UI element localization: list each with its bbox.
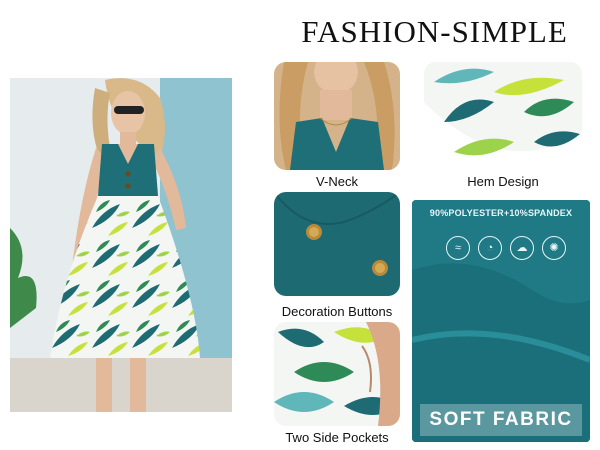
hem-design-caption: Hem Design [467, 174, 539, 189]
vneck-caption: V-Neck [316, 174, 358, 189]
temperature-icon: ✺ [542, 236, 566, 260]
soft-fabric-label: SOFT FABRIC [420, 404, 582, 436]
side-pockets-caption: Two Side Pockets [285, 430, 389, 445]
hem-design-photo [424, 62, 582, 170]
fabric-composition: 90%POLYESTER+10%SPANDEX [429, 208, 573, 218]
fabric-panel: 90%POLYESTER+10%SPANDEX ≈ ◔ ☁ ✺ SOFT FAB… [412, 200, 590, 442]
vneck-detail-photo [274, 62, 400, 170]
decoration-buttons-photo [274, 192, 400, 296]
brand-title: FASHION-SIMPLE [301, 14, 568, 49]
hero-product-photo [10, 78, 232, 412]
side-pockets-photo [274, 322, 400, 426]
cloud-soft-icon: ☁ [510, 236, 534, 260]
breathable-icon: ≈ [446, 236, 470, 260]
decoration-buttons-caption: Decoration Buttons [281, 304, 393, 319]
moisture-icon: ◔ [478, 236, 502, 260]
model-illustration [10, 78, 232, 412]
